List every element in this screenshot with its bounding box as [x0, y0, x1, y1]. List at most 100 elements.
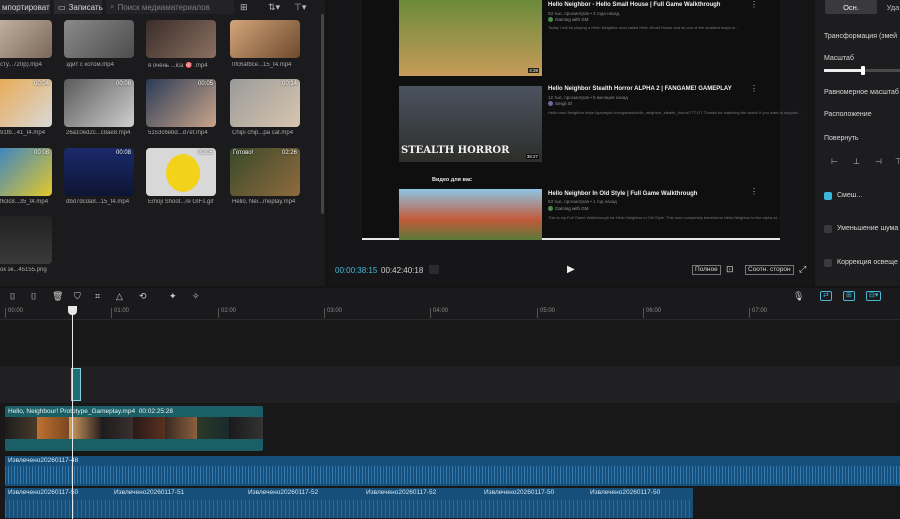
inspector-panel: Осн. Уда Трансформация (змей Масштаб Рав… [815, 0, 900, 286]
media-duration: 00:08 [33, 150, 49, 156]
channel-avatar [548, 101, 553, 106]
delete-icon[interactable]: 🗑 [52, 291, 63, 302]
media-item[interactable] [0, 20, 52, 58]
search-icon: ⌕ [110, 2, 115, 11]
ruler-tick: 00:00 [5, 308, 23, 318]
clip-filmstrip [5, 417, 263, 439]
snapshot-icon[interactable]: ⊡ [726, 264, 734, 275]
align-center-icon[interactable]: ⊥ [853, 157, 860, 166]
more-icon[interactable]: ⋮ [750, 187, 758, 196]
aspect-ratio-button[interactable]: Соотн. сторон [745, 265, 794, 275]
play-icon[interactable]: ▶ [567, 264, 575, 275]
scale-slider-handle[interactable] [861, 66, 865, 75]
audio-clip[interactable]: Извлечено20260117-48 [5, 456, 900, 486]
section-heading: Видео для вас [432, 177, 472, 183]
time-ruler[interactable]: 00:00 01:00 02:00 03:00 04:00 05:00 06:0… [0, 306, 900, 320]
fullscreen-quality-button[interactable]: Полное [692, 265, 721, 275]
light-correction-checkbox[interactable] [824, 259, 832, 267]
microphone-icon[interactable]: 🎙 [793, 291, 804, 302]
crop-icon[interactable]: ⌗ [95, 291, 100, 302]
audio-segment-label[interactable]: Извлечено20260117-52 [248, 489, 318, 496]
fullscreen-icon[interactable]: ⤢ [799, 264, 806, 275]
link-tracks-icon[interactable]: ⇄ [820, 291, 832, 301]
split-left-icon[interactable]: ⌷ [10, 291, 15, 302]
clip-duration: 00:02:25:28 [138, 408, 174, 415]
split-right-icon[interactable]: ⌷ [31, 291, 36, 302]
video-clip[interactable]: Hello, Neighbour! Prototype_Gameplay.mp4… [5, 406, 263, 451]
more-icon[interactable]: ⋮ [750, 0, 758, 9]
media-item[interactable] [230, 20, 300, 58]
media-item[interactable]: 00:08 [64, 79, 134, 127]
channel-name: Gaming with GM [555, 17, 589, 22]
video-desc: Today I will be playing a Hello Neighbor… [548, 25, 739, 30]
media-item[interactable] [64, 20, 134, 58]
media-item[interactable]: 00:05 [146, 79, 216, 127]
media-duration: 00:05 [197, 150, 213, 156]
align-right-icon[interactable]: ⊣ [875, 157, 882, 166]
denoise-checkbox[interactable] [824, 225, 832, 233]
video-duration: 38:27 [525, 154, 539, 159]
filmstrip-frame [165, 417, 197, 439]
mirror-icon[interactable]: △ [116, 291, 123, 302]
magic-icon[interactable]: ✦ [169, 291, 177, 302]
marker-icon[interactable]: ⛉ [74, 291, 81, 302]
record-button[interactable]: ▭ Записать [54, 0, 103, 14]
video-desc: Hello new! Neighbor https://gamejolt.com… [548, 110, 801, 115]
media-caption: 91fb...41_t4.mp4 [0, 130, 46, 136]
sort-icon[interactable]: ⇅▾ [268, 0, 280, 14]
media-panel: мпортировать ▭ Записать ⌕ Поиск медиамат… [0, 0, 325, 286]
media-caption: я очень ...ica 🎯 .mp4 [148, 63, 208, 69]
media-item[interactable]: 00:05 [146, 148, 216, 196]
import-button[interactable]: мпортировать [0, 0, 50, 14]
channel-name: Sergii Sl [555, 101, 572, 106]
video-channel: Gaming with GM [548, 206, 589, 211]
zoom-fit-icon[interactable]: ⊟▾ [866, 291, 882, 301]
scale-slider[interactable] [824, 66, 900, 75]
ai-effect-icon[interactable]: ✧ [192, 291, 200, 302]
more-icon[interactable]: ⋮ [750, 84, 758, 93]
thumbnail-overlay-text: STEALTH HORROR [401, 145, 510, 156]
audio-segment-label[interactable]: Извлечено20260117-52 [366, 489, 436, 496]
blend-checkbox[interactable] [824, 192, 832, 200]
media-scrollbar[interactable] [321, 14, 324, 214]
media-caption: dbd7dcda8...15_t4.mp4 [66, 199, 130, 205]
media-item[interactable] [146, 20, 216, 58]
video-clip-label: Hello, Neighbour! Prototype_Gameplay.mp4… [8, 408, 173, 415]
grid-view-icon[interactable]: ⊞ [240, 0, 248, 14]
search-placeholder: Поиск медиаматериалов [117, 2, 210, 12]
media-duration: 02:26 [281, 150, 297, 156]
search-input[interactable]: ⌕ Поиск медиаматериалов [106, 0, 234, 14]
preview-panel: 4:39 Hello Neighbor - Hello Small House … [329, 0, 812, 286]
filter-icon[interactable]: ⊤▾ [294, 0, 306, 14]
media-item[interactable] [0, 216, 52, 264]
media-caption: здит с котом.mp4 [66, 62, 114, 68]
audio-segment-label[interactable]: Извлечено20260117-50 [8, 489, 78, 496]
align-left-icon[interactable]: ⊢ [831, 157, 838, 166]
tab-basic[interactable]: Осн. [825, 0, 877, 14]
audio-segment-label[interactable]: Извлечено20260117-50 [484, 489, 554, 496]
media-item[interactable]: 00:14 [230, 79, 300, 127]
media-item[interactable]: 00:08 [64, 148, 134, 196]
media-item[interactable]: 00:04 [0, 79, 52, 127]
overlay-track [0, 366, 900, 403]
media-caption: 0fc6afbce...15_t4.mp4 [232, 62, 292, 68]
playhead[interactable] [72, 306, 73, 519]
rotate-label: Повернуть [824, 135, 859, 142]
video-meta: 53 тыс. просмотров • 3 года назад [548, 11, 620, 16]
snap-icon[interactable]: ⊞ [843, 291, 855, 301]
audio-segment-label[interactable]: Извлечено20260117-50 [590, 489, 660, 496]
rotate-icon[interactable]: ⟲ [139, 291, 147, 302]
media-caption: 5153c6ebd...d7ef.mp4 [148, 130, 208, 136]
frame-icon[interactable] [429, 265, 439, 274]
media-item[interactable]: Готово! 02:26 [230, 148, 300, 196]
align-top-icon[interactable]: ⊤ [895, 157, 900, 166]
video-title: Hello Neighbor In Old Style | Full Game … [548, 191, 698, 197]
media-caption: Emoji Shoot...re GIFs.gif [148, 199, 214, 205]
media-item[interactable]: 00:08 [0, 148, 52, 196]
tab-remove[interactable]: Уда [883, 0, 900, 14]
media-caption: f63c8...35_t4.mp4 [0, 199, 49, 205]
audio-segment-label[interactable]: Извлечено20260117-51 [114, 489, 184, 496]
audio-clip-label: Извлечено20260117-48 [8, 457, 79, 464]
media-duration: 00:08 [115, 150, 131, 156]
video-preview[interactable]: 4:39 Hello Neighbor - Hello Small House … [362, 0, 801, 240]
